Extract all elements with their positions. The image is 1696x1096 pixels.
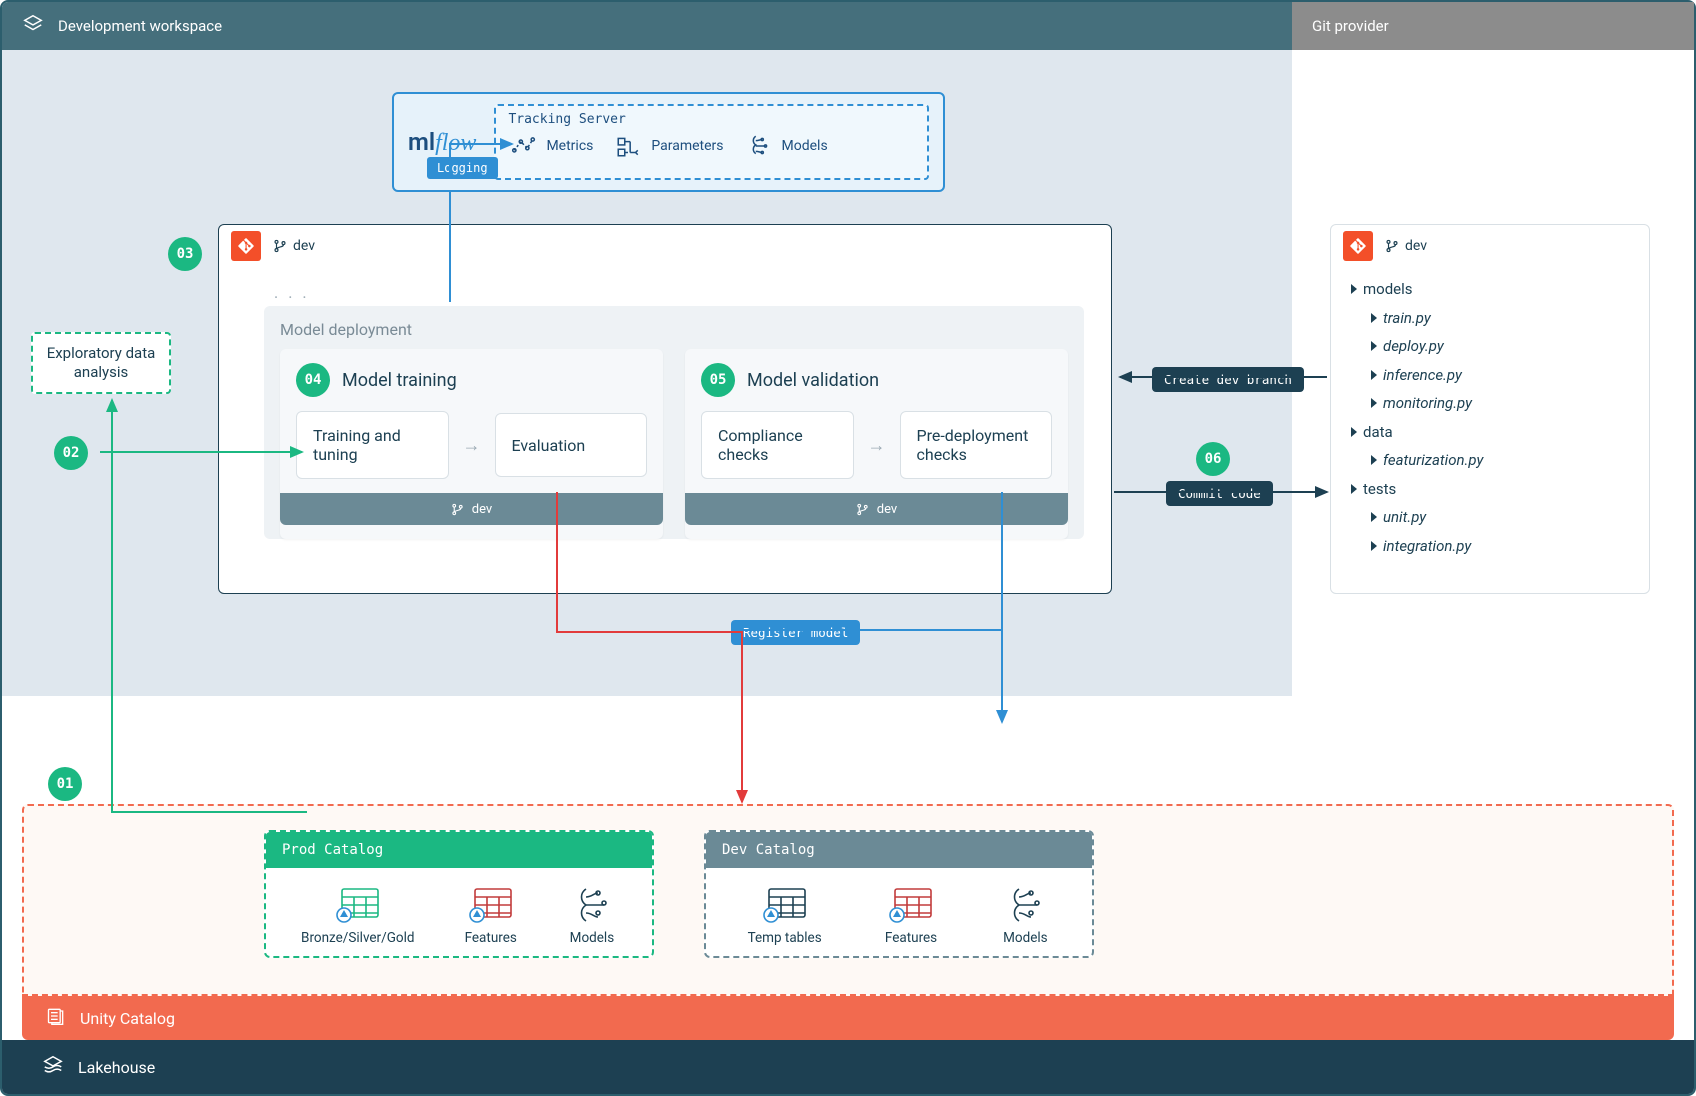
step-01: 01 bbox=[48, 767, 82, 801]
table-icon bbox=[333, 882, 383, 924]
validation-title: Model validation bbox=[747, 370, 879, 391]
models-icon bbox=[567, 882, 617, 924]
tracking-metrics: Metrics bbox=[508, 131, 593, 161]
stack-dots: . . . bbox=[274, 283, 1084, 302]
step-02: 02 bbox=[54, 436, 88, 470]
git-provider-title: Git provider bbox=[1312, 17, 1389, 35]
model-training-panel: 04 Model training Training and tuning → … bbox=[280, 349, 663, 539]
dev-catalog: Dev Catalog Temp tables Features Models bbox=[704, 830, 1094, 958]
table-icon bbox=[886, 882, 936, 924]
exploratory-box: Exploratory data analysis bbox=[31, 332, 171, 394]
folder-tests: tests bbox=[1351, 475, 1629, 504]
unity-catalog-bar: Unity Catalog bbox=[22, 996, 1674, 1040]
models-icon bbox=[1000, 882, 1050, 924]
step-03: 03 bbox=[168, 237, 202, 271]
repo-header: dev bbox=[219, 225, 1111, 267]
file-unit: unit.py bbox=[1371, 503, 1629, 532]
lakehouse-icon bbox=[42, 1054, 64, 1080]
git-icon bbox=[231, 231, 261, 261]
git-icon bbox=[1343, 231, 1373, 261]
validation-footer: dev bbox=[685, 493, 1068, 525]
dev-workspace-title: Development workspace bbox=[58, 17, 222, 35]
prod-catalog-header: Prod Catalog bbox=[266, 832, 652, 868]
file-deploy: deploy.py bbox=[1371, 332, 1629, 361]
unity-catalog-section: Prod Catalog Bronze/Silver/Gold Features… bbox=[22, 804, 1674, 1040]
table-icon bbox=[760, 882, 810, 924]
dev-item-temp-tables: Temp tables bbox=[748, 882, 822, 946]
task-compliance: Compliance checks bbox=[701, 411, 854, 479]
prod-item-tables: Bronze/Silver/Gold bbox=[301, 882, 414, 946]
metrics-icon bbox=[508, 131, 538, 161]
prod-item-models: Models bbox=[567, 882, 617, 946]
prod-item-features: Features bbox=[465, 882, 517, 946]
arrow-icon: → bbox=[463, 435, 481, 456]
step-05: 05 bbox=[701, 363, 735, 397]
task-training-tuning: Training and tuning bbox=[296, 411, 449, 479]
arrow-icon: → bbox=[868, 435, 886, 456]
file-tree: models train.py deploy.py inference.py m… bbox=[1331, 267, 1649, 568]
model-deployment-card: Model deployment 04 Model training Train… bbox=[264, 306, 1084, 539]
training-footer: dev bbox=[280, 493, 663, 525]
branch-label-right: dev bbox=[1385, 238, 1427, 254]
folder-data: data bbox=[1351, 418, 1629, 447]
diagram-root: Development workspace Git provider mlflo… bbox=[0, 0, 1696, 1096]
catalog-icon bbox=[46, 1006, 66, 1030]
folder-models: models bbox=[1351, 275, 1629, 304]
file-inference: inference.py bbox=[1371, 361, 1629, 390]
tracking-parameters: Parameters bbox=[613, 131, 723, 161]
table-icon bbox=[466, 882, 516, 924]
mlflow-logo: mlflow bbox=[408, 128, 476, 157]
dev-item-models: Models bbox=[1000, 882, 1050, 946]
layers-icon bbox=[22, 13, 44, 39]
tracking-server-title: Tracking Server bbox=[508, 112, 915, 127]
pill-create-dev-branch: Create dev branch bbox=[1152, 367, 1304, 392]
deploy-title: Model deployment bbox=[280, 320, 1068, 339]
dev-catalog-header: Dev Catalog bbox=[706, 832, 1092, 868]
parameters-icon bbox=[613, 131, 643, 161]
tracking-models: Models bbox=[744, 131, 828, 161]
git-provider-header: Git provider bbox=[1292, 2, 1694, 50]
step-04: 04 bbox=[296, 363, 330, 397]
prod-catalog: Prod Catalog Bronze/Silver/Gold Features… bbox=[264, 830, 654, 958]
pill-commit-code: Commit code bbox=[1166, 481, 1273, 506]
file-featurization: featurization.py bbox=[1371, 446, 1629, 475]
repo-panel-git-provider: dev models train.py deploy.py inference.… bbox=[1330, 224, 1650, 594]
repo-panel-workspace: dev . . . Model deployment 04 Model trai… bbox=[218, 224, 1112, 594]
branch-label: dev bbox=[273, 238, 315, 254]
card-stack: . . . Model deployment 04 Model training… bbox=[264, 283, 1084, 539]
models-icon bbox=[744, 131, 774, 161]
training-title: Model training bbox=[342, 370, 457, 391]
file-monitoring: monitoring.py bbox=[1371, 389, 1629, 418]
file-train: train.py bbox=[1371, 304, 1629, 333]
lakehouse-bar: Lakehouse bbox=[2, 1040, 1694, 1094]
model-validation-panel: 05 Model validation Compliance checks → … bbox=[685, 349, 1068, 539]
pill-register-model: Register model bbox=[731, 620, 860, 645]
file-integration: integration.py bbox=[1371, 532, 1629, 561]
tracking-server: Tracking Server Metrics Parameters Model… bbox=[494, 104, 929, 180]
unity-body: Prod Catalog Bronze/Silver/Gold Features… bbox=[22, 804, 1674, 996]
task-predeploy: Pre-deployment checks bbox=[900, 411, 1053, 479]
step-06: 06 bbox=[1196, 442, 1230, 476]
task-evaluation: Evaluation bbox=[495, 413, 648, 477]
dev-item-features: Features bbox=[885, 882, 937, 946]
logging-badge: Logging bbox=[427, 157, 498, 179]
